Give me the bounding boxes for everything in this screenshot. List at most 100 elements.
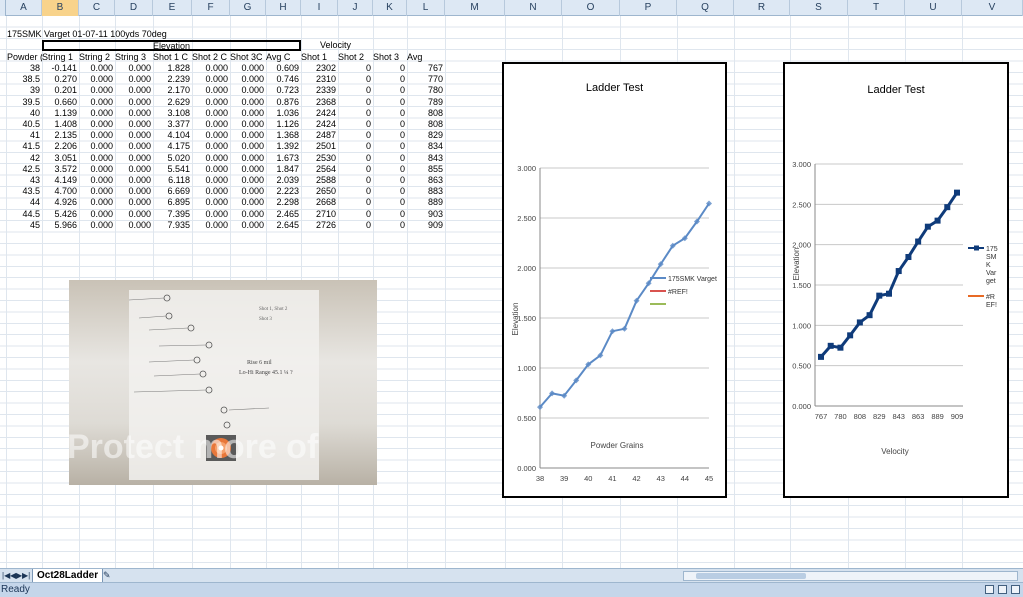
table-cell[interactable]: 0.000	[115, 197, 153, 208]
table-cell[interactable]: 2530	[301, 153, 338, 164]
table-cell[interactable]: 5.426	[42, 209, 79, 220]
table-cell[interactable]: 45	[0, 220, 42, 231]
table-cell[interactable]: 0.000	[192, 153, 230, 164]
table-cell[interactable]: 42	[0, 153, 42, 164]
table-cell[interactable]: 0	[338, 164, 373, 175]
table-cell[interactable]: 43.5	[0, 186, 42, 197]
table-cell[interactable]: 5.541	[153, 164, 192, 175]
table-header-cell[interactable]: Shot 1 C	[153, 52, 192, 63]
table-cell[interactable]: 2.170	[153, 85, 192, 96]
table-header-cell[interactable]: Shot 3	[373, 52, 407, 63]
table-cell[interactable]: 4.700	[42, 186, 79, 197]
table-cell[interactable]: 0	[338, 97, 373, 108]
table-cell[interactable]: 0	[338, 108, 373, 119]
table-cell[interactable]: 0.000	[79, 164, 115, 175]
table-cell[interactable]: 0.000	[192, 130, 230, 141]
table-cell[interactable]: 780	[407, 85, 445, 96]
table-cell[interactable]: 0.000	[115, 141, 153, 152]
column-header-M[interactable]: M	[445, 0, 505, 16]
table-cell[interactable]: 829	[407, 130, 445, 141]
table-cell[interactable]: 4.926	[42, 197, 79, 208]
table-cell[interactable]: 0	[338, 119, 373, 130]
table-cell[interactable]: 6.895	[153, 197, 192, 208]
table-cell[interactable]: 2424	[301, 119, 338, 130]
table-cell[interactable]: 0.000	[192, 141, 230, 152]
table-cell[interactable]: 0.000	[115, 175, 153, 186]
table-cell[interactable]: 2.465	[266, 209, 301, 220]
table-cell[interactable]: 4.104	[153, 130, 192, 141]
table-cell[interactable]: -0.141	[42, 63, 79, 74]
table-cell[interactable]: 1.036	[266, 108, 301, 119]
table-cell[interactable]: 0.270	[42, 74, 79, 85]
table-cell[interactable]: 770	[407, 74, 445, 85]
table-cell[interactable]: 808	[407, 119, 445, 130]
table-cell[interactable]: 0.723	[266, 85, 301, 96]
table-cell[interactable]: 2.298	[266, 197, 301, 208]
table-header-cell[interactable]: Avg C	[266, 52, 301, 63]
table-cell[interactable]: 2.645	[266, 220, 301, 231]
table-cell[interactable]: 0.000	[192, 108, 230, 119]
scroll-thumb[interactable]	[696, 573, 806, 579]
table-cell[interactable]: 0.000	[79, 63, 115, 74]
table-cell[interactable]: 2302	[301, 63, 338, 74]
table-cell[interactable]: 0.000	[230, 108, 266, 119]
table-cell[interactable]: 3.377	[153, 119, 192, 130]
table-cell[interactable]: 0.201	[42, 85, 79, 96]
table-cell[interactable]: 0.000	[230, 97, 266, 108]
table-cell[interactable]: 0.746	[266, 74, 301, 85]
table-cell[interactable]: 0.000	[79, 119, 115, 130]
column-header-E[interactable]: E	[153, 0, 192, 16]
table-cell[interactable]: 0	[373, 209, 407, 220]
column-header-N[interactable]: N	[505, 0, 562, 16]
table-header-cell[interactable]: String 3	[115, 52, 153, 63]
table-cell[interactable]: 0.000	[192, 119, 230, 130]
table-cell[interactable]: 41.5	[0, 141, 42, 152]
table-cell[interactable]: 2.223	[266, 186, 301, 197]
table-header-cell[interactable]: Powder (	[7, 52, 42, 63]
table-header-cell[interactable]: Shot 2 C	[192, 52, 230, 63]
table-cell[interactable]: 0.000	[230, 197, 266, 208]
page-layout-view-icon[interactable]	[998, 585, 1007, 594]
table-cell[interactable]: 0.000	[115, 130, 153, 141]
table-cell[interactable]: 0.000	[79, 209, 115, 220]
table-cell[interactable]: 2368	[301, 97, 338, 108]
table-cell[interactable]: 4.149	[42, 175, 79, 186]
table-cell[interactable]: 40.5	[0, 119, 42, 130]
table-cell[interactable]: 808	[407, 108, 445, 119]
table-cell[interactable]: 1.828	[153, 63, 192, 74]
table-header-cell[interactable]: Shot 1	[301, 52, 338, 63]
table-cell[interactable]: 0.000	[115, 119, 153, 130]
table-cell[interactable]: 1.408	[42, 119, 79, 130]
table-cell[interactable]: 0.876	[266, 97, 301, 108]
column-header-A[interactable]: A	[6, 0, 42, 16]
column-header-Q[interactable]: Q	[677, 0, 734, 16]
table-cell[interactable]: 0.000	[230, 186, 266, 197]
table-cell[interactable]: 883	[407, 186, 445, 197]
table-cell[interactable]: 2487	[301, 130, 338, 141]
table-header-cell[interactable]: String 2	[79, 52, 115, 63]
table-cell[interactable]: 1.139	[42, 108, 79, 119]
table-cell[interactable]: 0	[338, 209, 373, 220]
table-cell[interactable]: 2.206	[42, 141, 79, 152]
column-header-S[interactable]: S	[790, 0, 848, 16]
table-cell[interactable]: 0.000	[79, 74, 115, 85]
table-cell[interactable]: 0.000	[230, 220, 266, 231]
table-cell[interactable]: 0	[338, 85, 373, 96]
table-cell[interactable]: 2564	[301, 164, 338, 175]
table-cell[interactable]: 0	[373, 63, 407, 74]
table-cell[interactable]: 0	[338, 186, 373, 197]
table-cell[interactable]: 0.660	[42, 97, 79, 108]
table-cell[interactable]: 0	[373, 153, 407, 164]
table-cell[interactable]: 0	[373, 74, 407, 85]
table-cell[interactable]: 0.000	[115, 74, 153, 85]
table-cell[interactable]: 1.126	[266, 119, 301, 130]
table-cell[interactable]: 0.000	[115, 153, 153, 164]
table-cell[interactable]: 0	[373, 197, 407, 208]
table-cell[interactable]: 0.000	[230, 85, 266, 96]
table-cell[interactable]: 0.000	[79, 108, 115, 119]
table-cell[interactable]: 0.000	[192, 186, 230, 197]
column-header-P[interactable]: P	[620, 0, 677, 16]
table-cell[interactable]: 39	[0, 85, 42, 96]
table-cell[interactable]: 2710	[301, 209, 338, 220]
table-header-cell[interactable]: Shot 2	[338, 52, 373, 63]
